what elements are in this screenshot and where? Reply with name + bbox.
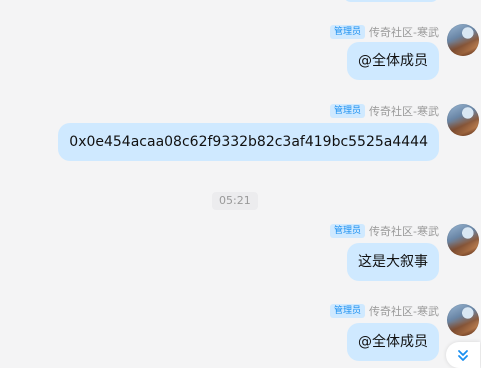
double-chevron-down-icon — [458, 350, 468, 361]
message-meta: 管理员 传奇社区-寒武 — [330, 303, 439, 319]
message-meta: 管理员 传奇社区-寒武 — [330, 24, 439, 40]
avatar[interactable] — [447, 104, 479, 136]
avatar[interactable] — [447, 224, 479, 256]
admin-badge: 管理员 — [330, 104, 366, 118]
sender-name[interactable]: 传奇社区-寒武 — [369, 103, 439, 119]
avatar[interactable] — [447, 24, 479, 56]
message-meta: 管理员 传奇社区-寒武 — [330, 223, 439, 239]
admin-badge: 管理员 — [330, 224, 366, 238]
sender-name[interactable]: 传奇社区-寒武 — [369, 223, 439, 239]
scroll-to-bottom-button[interactable] — [446, 342, 480, 368]
sender-name[interactable]: 传奇社区-寒武 — [369, 303, 439, 319]
message-bubble[interactable]: @全体成员 — [347, 42, 439, 80]
message-bubble[interactable]: 这是大叙事 — [347, 243, 439, 281]
message-meta: 管理员 传奇社区-寒武 — [330, 103, 439, 119]
sender-name[interactable]: 传奇社区-寒武 — [369, 24, 439, 40]
message-bubble-partial — [343, 0, 439, 2]
timestamp-divider: 05:21 — [212, 192, 258, 210]
chat-message-list[interactable]: 管理员 传奇社区-寒武 @全体成员 管理员 传奇社区-寒武 0x0e454aca… — [0, 0, 481, 368]
message-bubble[interactable]: 0x0e454acaa08c62f9332b82c3af419bc5525a44… — [58, 123, 439, 161]
admin-badge: 管理员 — [330, 25, 366, 39]
avatar[interactable] — [447, 304, 479, 336]
message-bubble[interactable]: @全体成员 — [347, 323, 439, 361]
admin-badge: 管理员 — [330, 304, 366, 318]
